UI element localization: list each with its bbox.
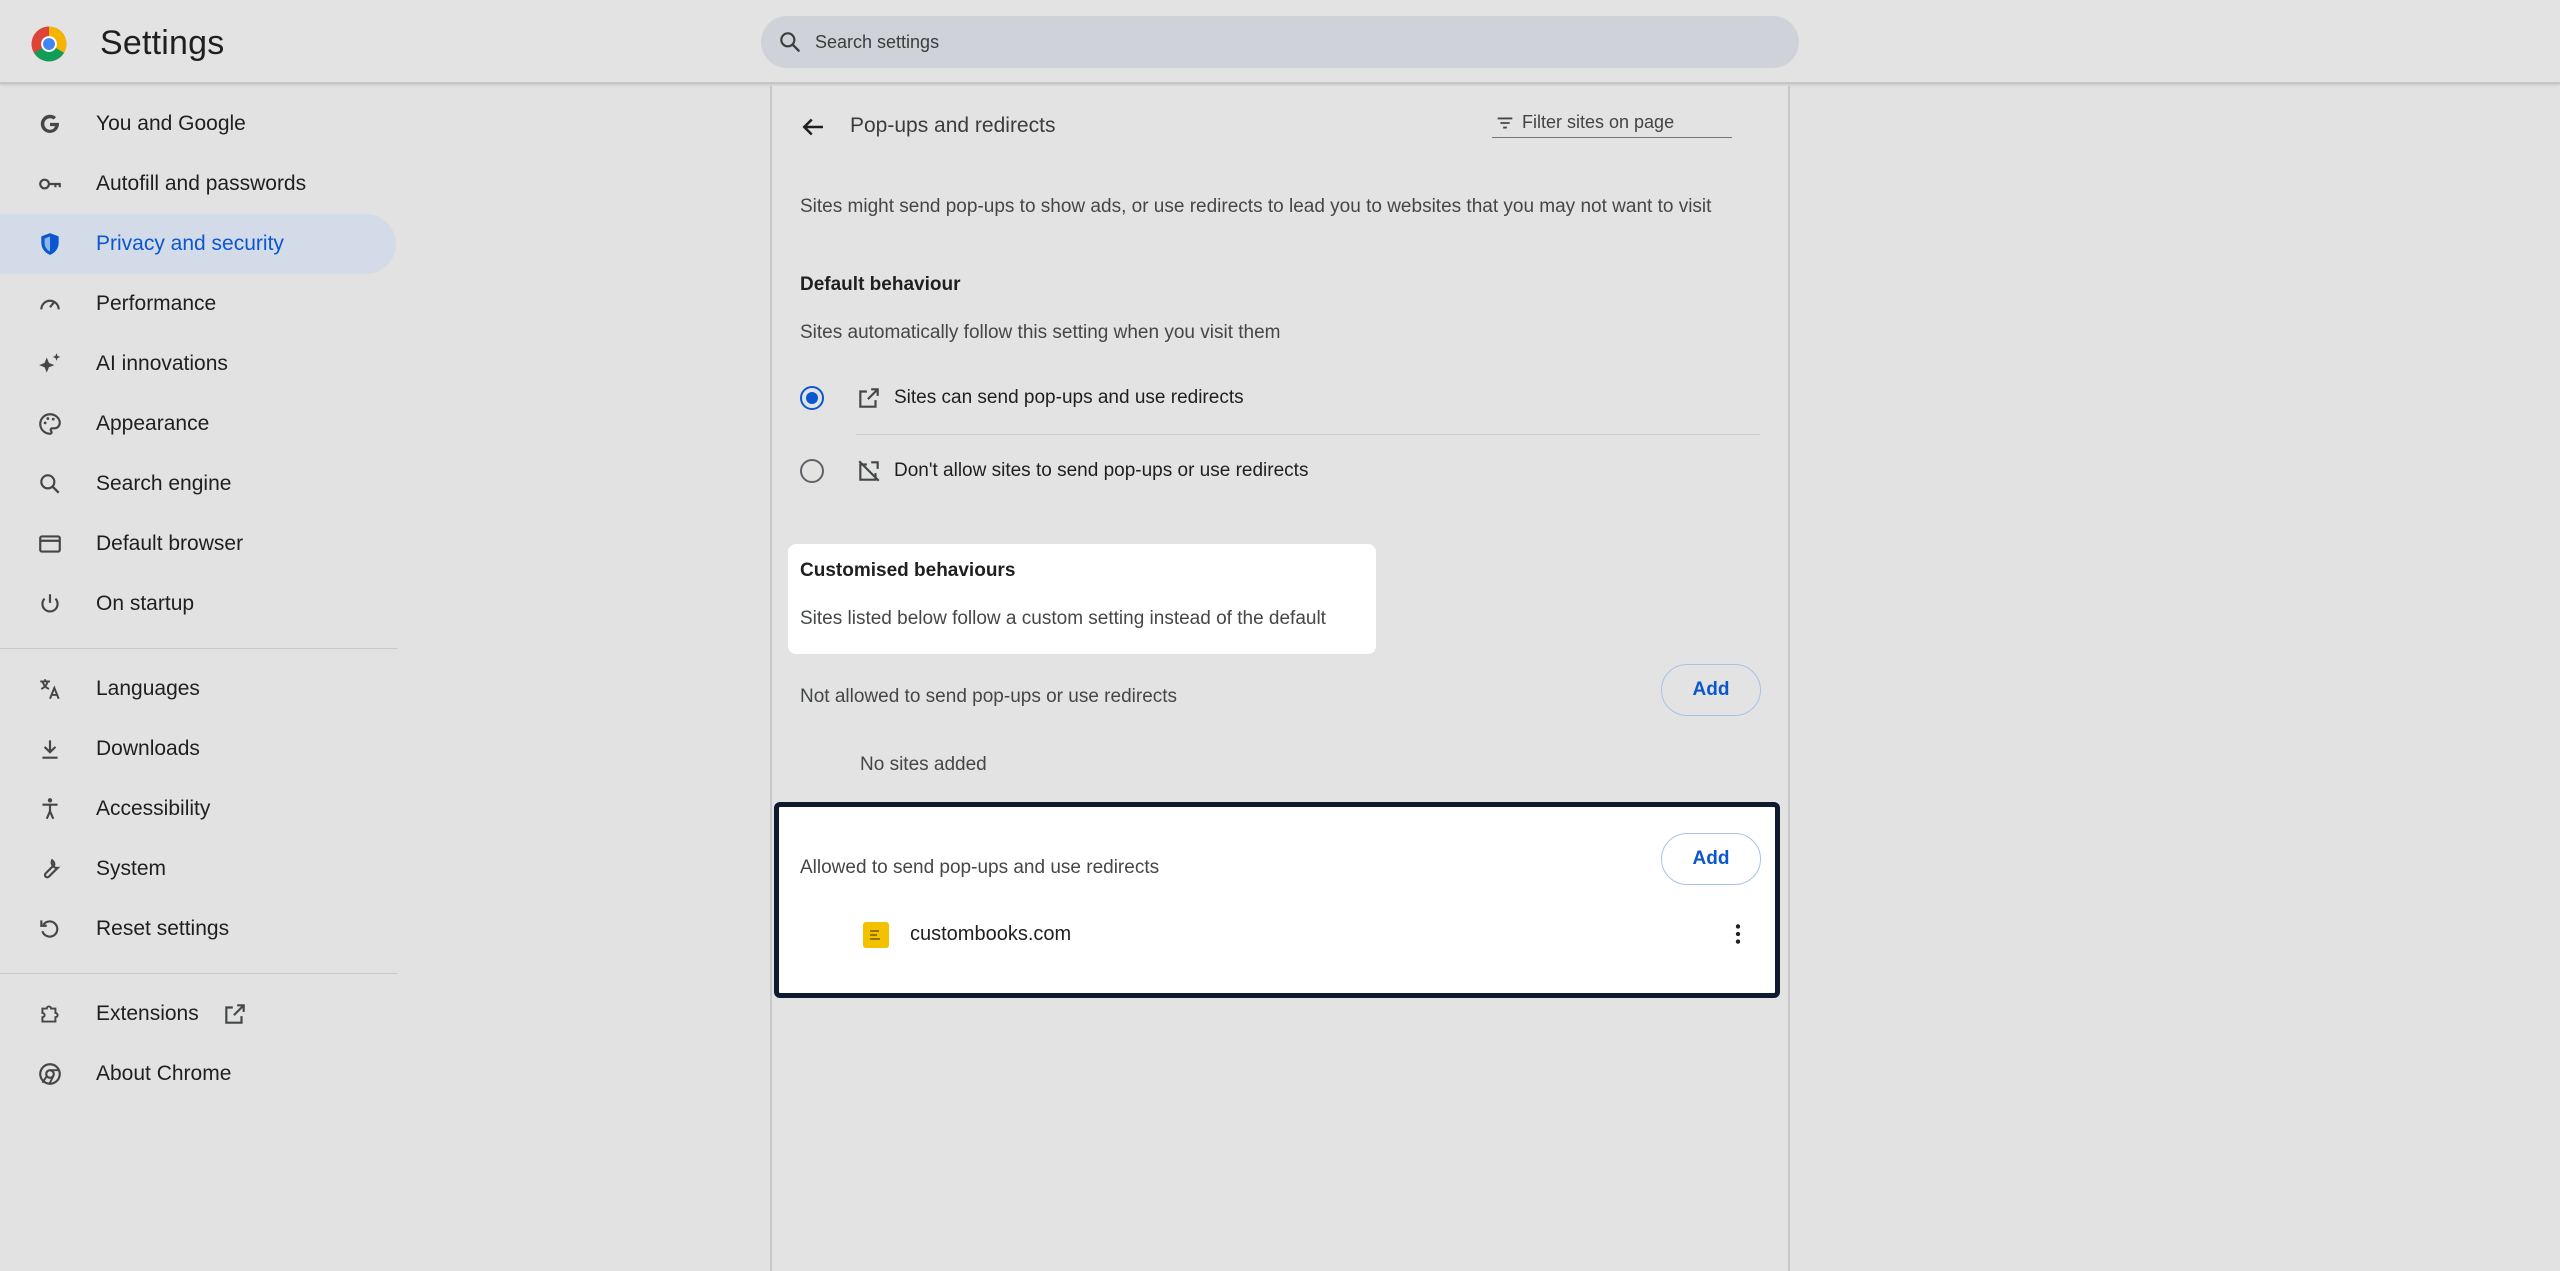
accessibility-icon bbox=[36, 795, 64, 823]
default-behaviour-subtitle: Sites automatically follow this setting … bbox=[800, 322, 1281, 343]
add-blocked-site-button[interactable]: Add bbox=[1661, 664, 1761, 716]
translate-icon bbox=[36, 675, 64, 703]
sidebar-item-label: AI innovations bbox=[96, 352, 228, 375]
sidebar-item-default-browser[interactable]: Default browser bbox=[0, 514, 396, 574]
sidebar-item-label: Reset settings bbox=[96, 917, 230, 940]
customised-behaviours-heading: Customised behaviours bbox=[800, 560, 1016, 581]
key-icon bbox=[36, 170, 64, 198]
site-favicon-icon bbox=[863, 922, 889, 948]
sidebar-divider bbox=[0, 648, 398, 649]
browser-window-icon bbox=[36, 530, 64, 558]
site-name[interactable]: custombooks.com bbox=[910, 923, 1071, 946]
customised-behaviours-box: Customised behaviours Sites listed below… bbox=[788, 544, 1376, 654]
google-g-icon bbox=[36, 110, 64, 138]
power-icon bbox=[36, 590, 64, 618]
sidebar-item-you-and-google[interactable]: You and Google bbox=[0, 94, 396, 154]
sidebar-item-accessibility[interactable]: Accessibility bbox=[0, 779, 396, 839]
page-title: Settings bbox=[100, 24, 225, 62]
brand: Settings bbox=[30, 24, 224, 63]
sidebar-item-extensions[interactable]: Extensions bbox=[0, 984, 396, 1044]
content-panel: Pop-ups and redirects Sites might send p… bbox=[770, 86, 1790, 1271]
sidebar-item-label: Downloads bbox=[96, 737, 200, 760]
sidebar-item-about-chrome[interactable]: About Chrome bbox=[0, 1044, 396, 1104]
sidebar-item-on-startup[interactable]: On startup bbox=[0, 574, 396, 634]
top-bar: Settings bbox=[0, 0, 2560, 84]
open-in-new-icon bbox=[225, 1004, 245, 1024]
sidebar-item-reset-settings[interactable]: Reset settings bbox=[0, 899, 396, 959]
more-actions-icon[interactable] bbox=[1723, 919, 1753, 949]
filter-icon bbox=[1497, 117, 1513, 128]
sidebar-item-privacy[interactable]: Privacy and security bbox=[0, 214, 396, 274]
subpage-title: Pop-ups and redirects bbox=[850, 114, 1056, 137]
add-allowed-site-button[interactable]: Add bbox=[1661, 833, 1761, 885]
sidebar-item-label: System bbox=[96, 857, 167, 880]
sidebar-item-appearance[interactable]: Appearance bbox=[0, 394, 396, 454]
radio-button[interactable] bbox=[800, 386, 824, 410]
blocked-empty-message: No sites added bbox=[860, 754, 987, 775]
sidebar-item-label: On startup bbox=[96, 592, 195, 615]
sidebar-item-label: Accessibility bbox=[96, 797, 211, 820]
sidebar-item-performance[interactable]: Performance bbox=[0, 274, 396, 334]
allowed-sites-section: Allowed to send pop-ups and use redirect… bbox=[774, 802, 1780, 998]
sidebar-item-search-engine[interactable]: Search engine bbox=[0, 454, 396, 514]
download-icon bbox=[36, 735, 64, 763]
sidebar-item-label: Search engine bbox=[96, 472, 232, 495]
radio-block-popups[interactable]: Don't allow sites to send pop-ups or use… bbox=[800, 441, 1760, 501]
radio-label: Don't allow sites to send pop-ups or use… bbox=[894, 460, 1309, 481]
shield-icon bbox=[36, 230, 64, 258]
puzzle-icon bbox=[36, 1000, 64, 1028]
radio-label: Sites can send pop-ups and use redirects bbox=[894, 387, 1244, 408]
row-divider bbox=[856, 434, 1760, 435]
search-icon bbox=[36, 470, 64, 498]
back-arrow-icon[interactable] bbox=[798, 112, 828, 142]
page-description: Sites might send pop-ups to show ads, or… bbox=[800, 196, 1712, 217]
sidebar-item-label: Languages bbox=[96, 677, 200, 700]
sidebar-item-autofill[interactable]: Autofill and passwords bbox=[0, 154, 396, 214]
sidebar-item-label: You and Google bbox=[96, 112, 246, 135]
chrome-logo-icon bbox=[31, 26, 67, 61]
speedometer-icon bbox=[36, 290, 64, 318]
palette-icon bbox=[36, 410, 64, 438]
sparkle-icon bbox=[36, 350, 64, 378]
open-in-new-icon bbox=[859, 388, 879, 408]
sidebar-item-label: Privacy and security bbox=[96, 232, 284, 255]
wrench-icon bbox=[36, 855, 64, 883]
search-icon bbox=[780, 32, 800, 52]
sidebar-item-label: Default browser bbox=[96, 532, 244, 555]
radio-allow-popups[interactable]: Sites can send pop-ups and use redirects bbox=[800, 368, 1760, 428]
reset-icon bbox=[36, 915, 64, 943]
chrome-icon bbox=[36, 1060, 64, 1088]
sidebar-item-system[interactable]: System bbox=[0, 839, 396, 899]
sidebar-divider bbox=[0, 973, 398, 974]
blocked-list-heading: Not allowed to send pop-ups or use redir… bbox=[800, 686, 1178, 707]
search-bar[interactable] bbox=[761, 16, 1799, 68]
sidebar-item-ai-innovations[interactable]: AI innovations bbox=[0, 334, 396, 394]
filter-input[interactable] bbox=[1522, 112, 1722, 133]
sidebar-item-label: Extensions bbox=[96, 1002, 199, 1025]
radio-button[interactable] bbox=[800, 459, 824, 483]
default-behaviour-heading: Default behaviour bbox=[800, 274, 961, 295]
popup-blocked-icon bbox=[858, 460, 880, 482]
filter-field[interactable] bbox=[1492, 108, 1732, 138]
sidebar-item-label: Performance bbox=[96, 292, 217, 315]
customised-behaviours-subtitle: Sites listed below follow a custom setti… bbox=[800, 608, 1326, 629]
sidebar-item-languages[interactable]: Languages bbox=[0, 659, 396, 719]
sidebar-item-downloads[interactable]: Downloads bbox=[0, 719, 396, 779]
allowed-list-heading: Allowed to send pop-ups and use redirect… bbox=[800, 857, 1160, 878]
search-input[interactable] bbox=[815, 31, 1715, 53]
sidebar-item-label: About Chrome bbox=[96, 1062, 232, 1085]
sidebar-item-label: Autofill and passwords bbox=[96, 172, 307, 195]
sidebar-item-label: Appearance bbox=[96, 412, 210, 435]
